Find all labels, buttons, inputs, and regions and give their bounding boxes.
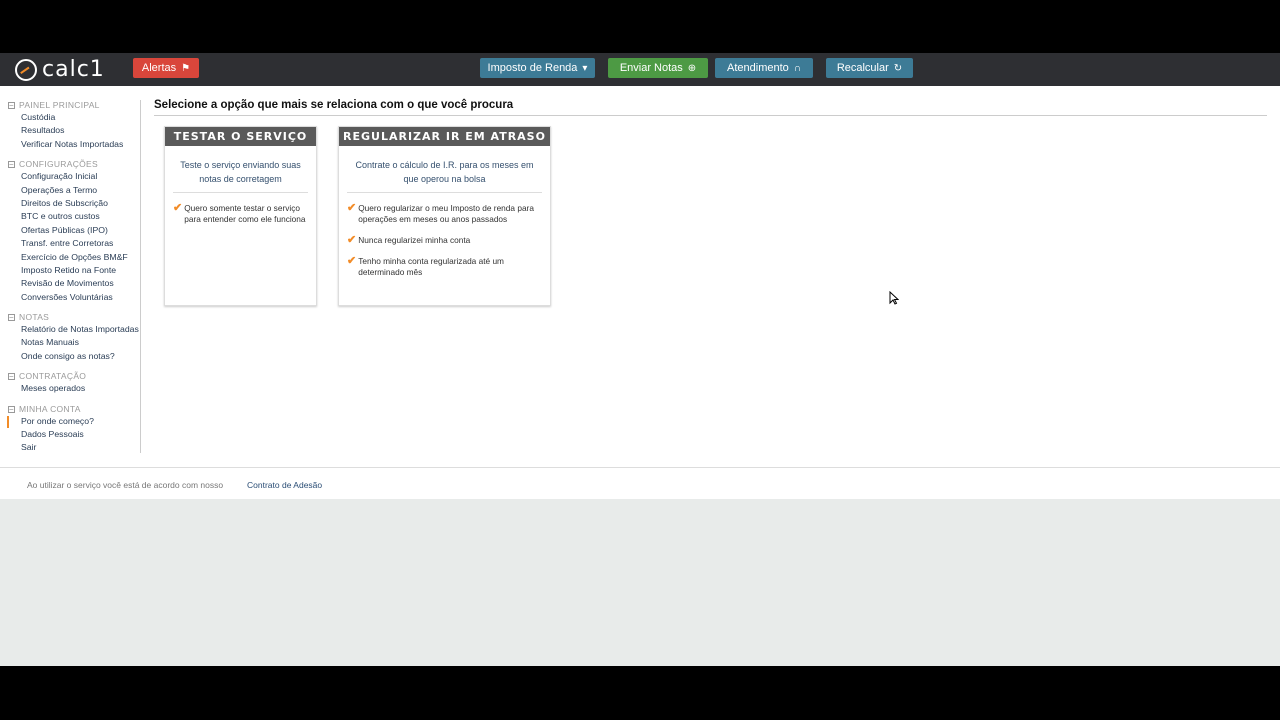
- card-testar-servico[interactable]: TESTAR O SERVIÇO Teste o serviço enviand…: [164, 126, 317, 306]
- sidebar-item-operacoes-termo[interactable]: Operações a Termo: [21, 184, 140, 197]
- card-regularizar-ir[interactable]: REGULARIZAR IR EM ATRASO Contrate o cálc…: [338, 126, 551, 306]
- main-panel: Selecione a opção que mais se relaciona …: [154, 99, 1267, 306]
- section-title: CONTRATAÇÃO: [19, 371, 87, 382]
- collapse-icon[interactable]: –: [8, 405, 15, 413]
- card-description: Teste o serviço enviando suas notas de c…: [173, 158, 308, 193]
- imposto-label: Imposto de Renda: [487, 62, 578, 74]
- alerts-label: Alertas: [141, 62, 177, 74]
- sidebar-item-imposto-retido[interactable]: Imposto Retido na Fonte: [21, 264, 140, 277]
- card-check-item: ✔ Tenho minha conta regularizada até um …: [347, 256, 544, 278]
- section-title: NOTAS: [19, 312, 50, 323]
- recalcular-label: Recalcular: [836, 62, 889, 74]
- alerts-button[interactable]: Alertas ⚑: [133, 58, 199, 78]
- recalcular-button[interactable]: Recalcular ↻: [826, 58, 913, 78]
- logo[interactable]: calc1: [15, 59, 105, 81]
- footer: Ao utilizar o serviço você está de acord…: [0, 467, 1280, 499]
- collapse-icon[interactable]: –: [8, 161, 15, 169]
- logo-text: calc1: [42, 57, 105, 82]
- section-title: MINHA CONTA: [19, 403, 81, 414]
- check-text: Quero regularizar o meu Imposto de renda…: [358, 203, 534, 224]
- contrato-adesao-link[interactable]: Contrato de Adesão: [247, 480, 322, 490]
- sidebar: – PAINEL PRINCIPAL Custódia Resultados Ve…: [0, 100, 141, 453]
- sidebar-section-minha-conta: – MINHA CONTA Por onde começo? Dados Pess…: [7, 403, 140, 455]
- page-background: [0, 499, 1280, 666]
- check-text: Nunca regularizei minha conta: [358, 235, 471, 245]
- sidebar-item-direitos-subscricao[interactable]: Direitos de Subscrição: [21, 197, 140, 210]
- sidebar-item-revisao-movimentos[interactable]: Revisão de Movimentos: [21, 277, 140, 290]
- atendimento-label: Atendimento: [727, 62, 789, 74]
- sidebar-item-sair[interactable]: Sair: [21, 441, 140, 454]
- checkmark-icon: ✔: [347, 234, 357, 246]
- enviar-label: Enviar Notas: [619, 62, 683, 74]
- card-check-item: ✔ Nunca regularizei minha conta: [347, 235, 544, 246]
- refresh-icon: ↻: [893, 62, 903, 74]
- check-text: Quero somente testar o serviço para ente…: [184, 203, 306, 224]
- sidebar-section-notas: – NOTAS Relatório de Notas Importadas Not…: [8, 312, 140, 363]
- imposto-de-renda-button[interactable]: Imposto de Renda ▾: [480, 58, 595, 78]
- section-title: PAINEL PRINCIPAL: [19, 100, 100, 110]
- sidebar-section-painel: – PAINEL PRINCIPAL Custódia Resultados Ve…: [8, 100, 140, 151]
- top-navbar: calc1 Alertas ⚑ Imposto de Renda ▾ Envia…: [0, 53, 1280, 86]
- card-title: TESTAR O SERVIÇO: [165, 127, 316, 146]
- screen-frame: calc1 Alertas ⚑ Imposto de Renda ▾ Envia…: [0, 0, 1280, 720]
- sidebar-item-custodia[interactable]: Custódia: [21, 111, 140, 124]
- collapse-icon[interactable]: –: [8, 314, 15, 322]
- checkmark-icon: ✔: [347, 202, 357, 214]
- footer-text: Ao utilizar o serviço você está de acord…: [27, 480, 224, 490]
- sidebar-item-config-inicial[interactable]: Configuração Inicial: [21, 170, 140, 183]
- sidebar-item-exercicio-opcoes[interactable]: Exercício de Opções BM&F: [21, 251, 140, 264]
- page-content: – PAINEL PRINCIPAL Custódia Resultados Ve…: [0, 86, 1280, 467]
- headset-icon: ∩: [793, 62, 801, 74]
- card-title: REGULARIZAR IR EM ATRASO: [339, 127, 550, 146]
- sidebar-item-conversoes[interactable]: Conversões Voluntárias: [21, 291, 140, 304]
- sidebar-item-por-onde-comeco[interactable]: Por onde começo?: [7, 415, 140, 429]
- sidebar-item-btc[interactable]: BTC e outros custos: [21, 210, 140, 223]
- section-title: CONFIGURAÇÕES: [19, 159, 98, 170]
- enviar-notas-button[interactable]: Enviar Notas ⊕: [608, 58, 708, 78]
- sidebar-item-transf-corretoras[interactable]: Transf. entre Corretoras: [21, 237, 140, 250]
- card-check-item: ✔ Quero regularizar o meu Imposto de ren…: [347, 203, 544, 225]
- sidebar-section-configuracoes: – CONFIGURAÇÕES Configuração Inicial Oper…: [8, 159, 140, 304]
- card-check-item: ✔ Quero somente testar o serviço para en…: [173, 203, 310, 225]
- checkmark-icon: ✔: [173, 202, 183, 214]
- sidebar-item-ofertas-publicas[interactable]: Ofertas Públicas (IPO): [21, 224, 140, 237]
- collapse-icon[interactable]: –: [8, 102, 15, 109]
- upload-icon: ⊕: [687, 62, 697, 74]
- sidebar-item-meses-operados[interactable]: Meses operados: [21, 382, 140, 395]
- sidebar-item-relatorio-notas[interactable]: Relatório de Notas Importadas: [21, 323, 140, 336]
- collapse-icon[interactable]: –: [8, 373, 15, 381]
- sidebar-item-dados-pessoais[interactable]: Dados Pessoais: [21, 428, 140, 441]
- check-text: Tenho minha conta regularizada até um de…: [358, 256, 504, 277]
- sidebar-item-resultados[interactable]: Resultados: [21, 124, 140, 137]
- caret-down-icon: ▾: [582, 62, 588, 74]
- atendimento-button[interactable]: Atendimento ∩: [715, 58, 813, 78]
- sidebar-item-notas-manuais[interactable]: Notas Manuais: [21, 336, 140, 349]
- sidebar-item-verificar-notas[interactable]: Verificar Notas Importadas: [21, 138, 140, 151]
- flag-icon: ⚑: [181, 62, 191, 74]
- checkmark-icon: ✔: [347, 255, 357, 267]
- logo-icon: [15, 59, 37, 81]
- sidebar-item-onde-consigo[interactable]: Onde consigo as notas?: [21, 350, 140, 363]
- page-title: Selecione a opção que mais se relaciona …: [154, 99, 1267, 116]
- card-description: Contrate o cálculo de I.R. para os meses…: [347, 158, 542, 193]
- sidebar-section-contratacao: – CONTRATAÇÃO Meses operados: [8, 371, 140, 395]
